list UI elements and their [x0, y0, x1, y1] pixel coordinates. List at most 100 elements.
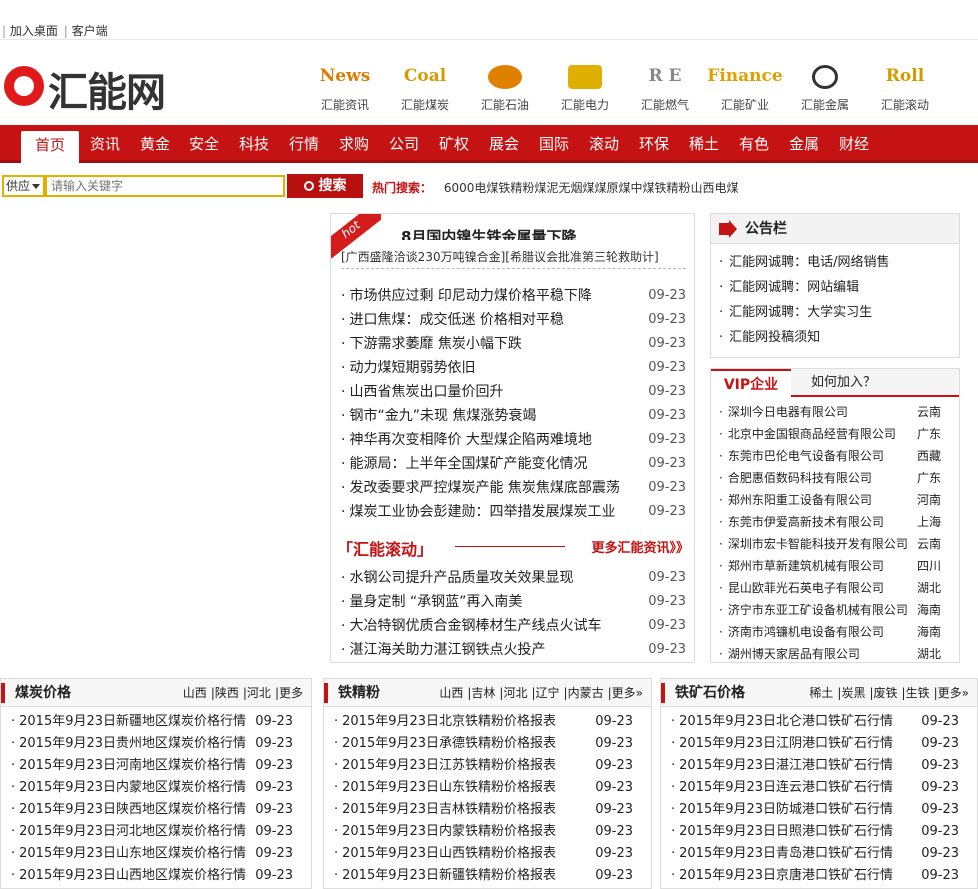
list-item[interactable]: 2015年9月23日河南地区煤炭价格行情 09-23 — [11, 755, 311, 777]
price-link[interactable]: 2015年9月23日北仑港口铁矿石行情 — [679, 714, 893, 729]
company-link[interactable]: 合肥惠佰数码科技有限公司 — [728, 471, 872, 485]
nav-item-6[interactable]: 求购 — [329, 125, 379, 163]
nav-item-11[interactable]: 滚动 — [579, 125, 629, 163]
channel-1[interactable]: Coal 汇能煤炭 — [385, 58, 465, 120]
price-link[interactable]: 2015年9月23日吉林铁精粉价格报表 — [342, 802, 556, 817]
nav-item-5[interactable]: 行情 — [279, 125, 329, 163]
list-item[interactable]: 2015年9月23日陕西地区煤炭价格行情 09-23 — [11, 799, 311, 821]
hot-term-0[interactable]: 6000 — [444, 181, 475, 195]
price-link[interactable]: 2015年9月23日贵州地区煤炭价格行情 — [19, 736, 246, 751]
list-item[interactable]: 郑州市草新建筑机械有限公司 四川 — [719, 555, 959, 577]
price-link[interactable]: 2015年9月23日青岛港口铁矿石行情 — [679, 846, 893, 861]
news-title-link[interactable]: 山西省焦炭出口量价回升 — [349, 384, 503, 400]
roll-more-link[interactable]: 更多汇能资讯》》 — [591, 537, 689, 556]
list-item[interactable]: 北京中金国银商品经营有限公司 广东 — [719, 423, 959, 445]
price-link[interactable]: 2015年9月23日新疆铁精粉价格报表 — [342, 868, 556, 883]
list-item[interactable]: 2015年9月23日防城港口铁矿石行情 09-23 — [671, 799, 977, 821]
box-link[interactable]: 炭黑 — [841, 686, 865, 700]
nav-item-15[interactable]: 金属 — [779, 125, 829, 163]
news-title-link[interactable]: 神华再次变相降价 大型煤企陷两难境地 — [349, 432, 591, 448]
channel-4[interactable]: R E 汇能燃气 — [625, 58, 705, 120]
box-link[interactable]: 内蒙古 — [568, 686, 604, 700]
price-link[interactable]: 2015年9月23日山东地区煤炭价格行情 — [19, 846, 246, 861]
search-button[interactable]: 搜索 — [287, 174, 363, 198]
list-item[interactable]: 湛江海关助力湛江钢铁点火投产 09-23 — [341, 638, 686, 662]
price-link[interactable]: 2015年9月23日山西铁精粉价格报表 — [342, 846, 556, 861]
list-item[interactable]: 2015年9月23日内蒙铁精粉价格报表 09-23 — [334, 821, 651, 843]
notice-link[interactable]: 汇能网诚聘：电话/网络销售 — [729, 255, 889, 270]
list-item[interactable]: 钢市“金九”未现 焦煤涨势衰竭 09-23 — [341, 404, 686, 428]
company-link[interactable]: 东莞市巴伦电气设备有限公司 — [728, 449, 884, 463]
news-title-link[interactable]: 量身定制 “承钢蓝”再入南美 — [349, 594, 522, 610]
list-item[interactable]: 煤炭工业协会彭建勋：四举措发展煤炭工业 09-23 — [341, 500, 686, 524]
price-link[interactable]: 2015年9月23日京唐港口铁矿石行情 — [679, 868, 893, 883]
box-link[interactable]: 生铁 — [906, 686, 930, 700]
nav-item-10[interactable]: 国际 — [529, 125, 579, 163]
notice-link[interactable]: 汇能网投稿须知 — [729, 330, 820, 345]
nav-item-1[interactable]: 资讯 — [80, 125, 130, 163]
list-item[interactable]: 2015年9月23日北仑港口铁矿石行情 09-23 — [671, 711, 977, 733]
company-link[interactable]: 湖州博天家居品有限公司 — [728, 647, 860, 661]
nav-item-0[interactable]: 首页 — [21, 131, 79, 163]
hot-term-7[interactable]: 中煤 — [630, 181, 654, 195]
hot-term-5[interactable]: 煤 — [594, 181, 606, 195]
list-item[interactable]: 昆山欧菲光石英电子有限公司 湖北 — [719, 577, 959, 599]
price-link[interactable]: 2015年9月23日新疆地区煤炭价格行情 — [19, 714, 246, 729]
list-item[interactable]: 合肥惠佰数码科技有限公司 广东 — [719, 467, 959, 489]
list-item[interactable]: 深圳市宏卡智能科技开发有限公司云南 — [719, 533, 959, 555]
box-link[interactable]: 山西 — [183, 686, 207, 700]
price-link[interactable]: 2015年9月23日山东铁精粉价格报表 — [342, 780, 556, 795]
list-item[interactable]: 2015年9月23日湛江港口铁矿石行情 09-23 — [671, 755, 977, 777]
company-link[interactable]: 济南市鸿镰机电设备有限公司 — [728, 625, 884, 639]
list-item[interactable]: 2015年9月23日吉林铁精粉价格报表 09-23 — [334, 799, 651, 821]
client-link[interactable]: 客户端 — [72, 24, 108, 38]
channel-7[interactable]: Roll 汇能滚动 — [865, 58, 945, 120]
box-link[interactable]: 河北 — [503, 686, 527, 700]
price-link[interactable]: 2015年9月23日承德铁精粉价格报表 — [342, 736, 556, 751]
list-item[interactable]: 汇能网投稿须知 — [719, 325, 959, 350]
list-item[interactable]: 2015年9月23日日照港口铁矿石行情 09-23 — [671, 821, 977, 843]
price-link[interactable]: 2015年9月23日内蒙铁精粉价格报表 — [342, 824, 556, 839]
price-link[interactable]: 2015年9月23日连云港口铁矿石行情 — [679, 780, 893, 795]
company-link[interactable]: 郑州东阳重工设备有限公司 — [728, 493, 872, 507]
list-item[interactable]: 汇能网诚聘：大学实习生 — [719, 300, 959, 325]
list-item[interactable]: 动力煤短期弱势依旧 09-23 — [341, 356, 686, 380]
list-item[interactable]: 2015年9月23日青岛港口铁矿石行情 09-23 — [671, 843, 977, 865]
news-title-link[interactable]: 水钢公司提升产品质量攻关效果显现 — [349, 570, 573, 586]
list-item[interactable]: 量身定制 “承钢蓝”再入南美 09-23 — [341, 590, 686, 614]
company-link[interactable]: 深圳市宏卡智能科技开发有限公司 — [728, 537, 908, 551]
list-item[interactable]: 汇能网诚聘：电话/网络销售 — [719, 250, 959, 275]
tab-how-to-join[interactable]: 如何加入？ — [811, 369, 876, 397]
list-item[interactable]: 2015年9月23日北京铁精粉价格报表 09-23 — [334, 711, 651, 733]
list-item[interactable]: 2015年9月23日新疆铁精粉价格报表 09-23 — [334, 865, 651, 887]
list-item[interactable]: 2015年9月23日江阴港口铁矿石行情 09-23 — [671, 733, 977, 755]
nav-item-9[interactable]: 展会 — [479, 125, 529, 163]
news-title-link[interactable]: 煤炭工业协会彭建勋：四举措发展煤炭工业 — [349, 504, 615, 520]
tab-vip[interactable]: VIP企业 — [711, 369, 791, 397]
hot-term-1[interactable]: 电煤 — [474, 181, 498, 195]
list-item[interactable]: 济宁市东亚工矿设备机械有限公司海南 — [719, 599, 959, 621]
list-item[interactable]: 东莞市伊爱高新技术有限公司 上海 — [719, 511, 959, 533]
notice-link[interactable]: 汇能网诚聘：大学实习生 — [729, 305, 872, 320]
list-item[interactable]: 济南市鸿镰机电设备有限公司 海南 — [719, 621, 959, 643]
box-link[interactable]: 吉林 — [471, 686, 495, 700]
nav-item-16[interactable]: 财经 — [829, 125, 879, 163]
price-link[interactable]: 2015年9月23日江苏铁精粉价格报表 — [342, 758, 556, 773]
box-link[interactable]: 辽宁 — [536, 686, 560, 700]
hot-term-3[interactable]: 煤泥 — [534, 181, 558, 195]
nav-item-12[interactable]: 环保 — [629, 125, 679, 163]
list-item[interactable]: 进口焦煤：成交低迷 价格相对平稳 09-23 — [341, 308, 686, 332]
channel-2[interactable]: 汇能石油 — [465, 58, 545, 120]
news-title-link[interactable]: 下游需求萎靡 焦炭小幅下跌 — [349, 336, 521, 352]
price-link[interactable]: 2015年9月23日江阴港口铁矿石行情 — [679, 736, 893, 751]
channel-0[interactable]: News 汇能资讯 — [305, 58, 385, 120]
list-item[interactable]: 2015年9月23日山东铁精粉价格报表 09-23 — [334, 777, 651, 799]
list-item[interactable]: 神华再次变相降价 大型煤企陷两难境地 09-23 — [341, 428, 686, 452]
add-desktop-link[interactable]: 加入桌面 — [10, 24, 58, 38]
box-link[interactable]: 废铁 — [874, 686, 898, 700]
channel-3[interactable]: 汇能电力 — [545, 58, 625, 120]
nav-item-4[interactable]: 科技 — [229, 125, 279, 163]
list-item[interactable]: 2015年9月23日河北地区煤炭价格行情 09-23 — [11, 821, 311, 843]
list-item[interactable]: 2015年9月23日连云港口铁矿石行情 09-23 — [671, 777, 977, 799]
notice-link[interactable]: 汇能网诚聘：网站编辑 — [729, 280, 859, 295]
